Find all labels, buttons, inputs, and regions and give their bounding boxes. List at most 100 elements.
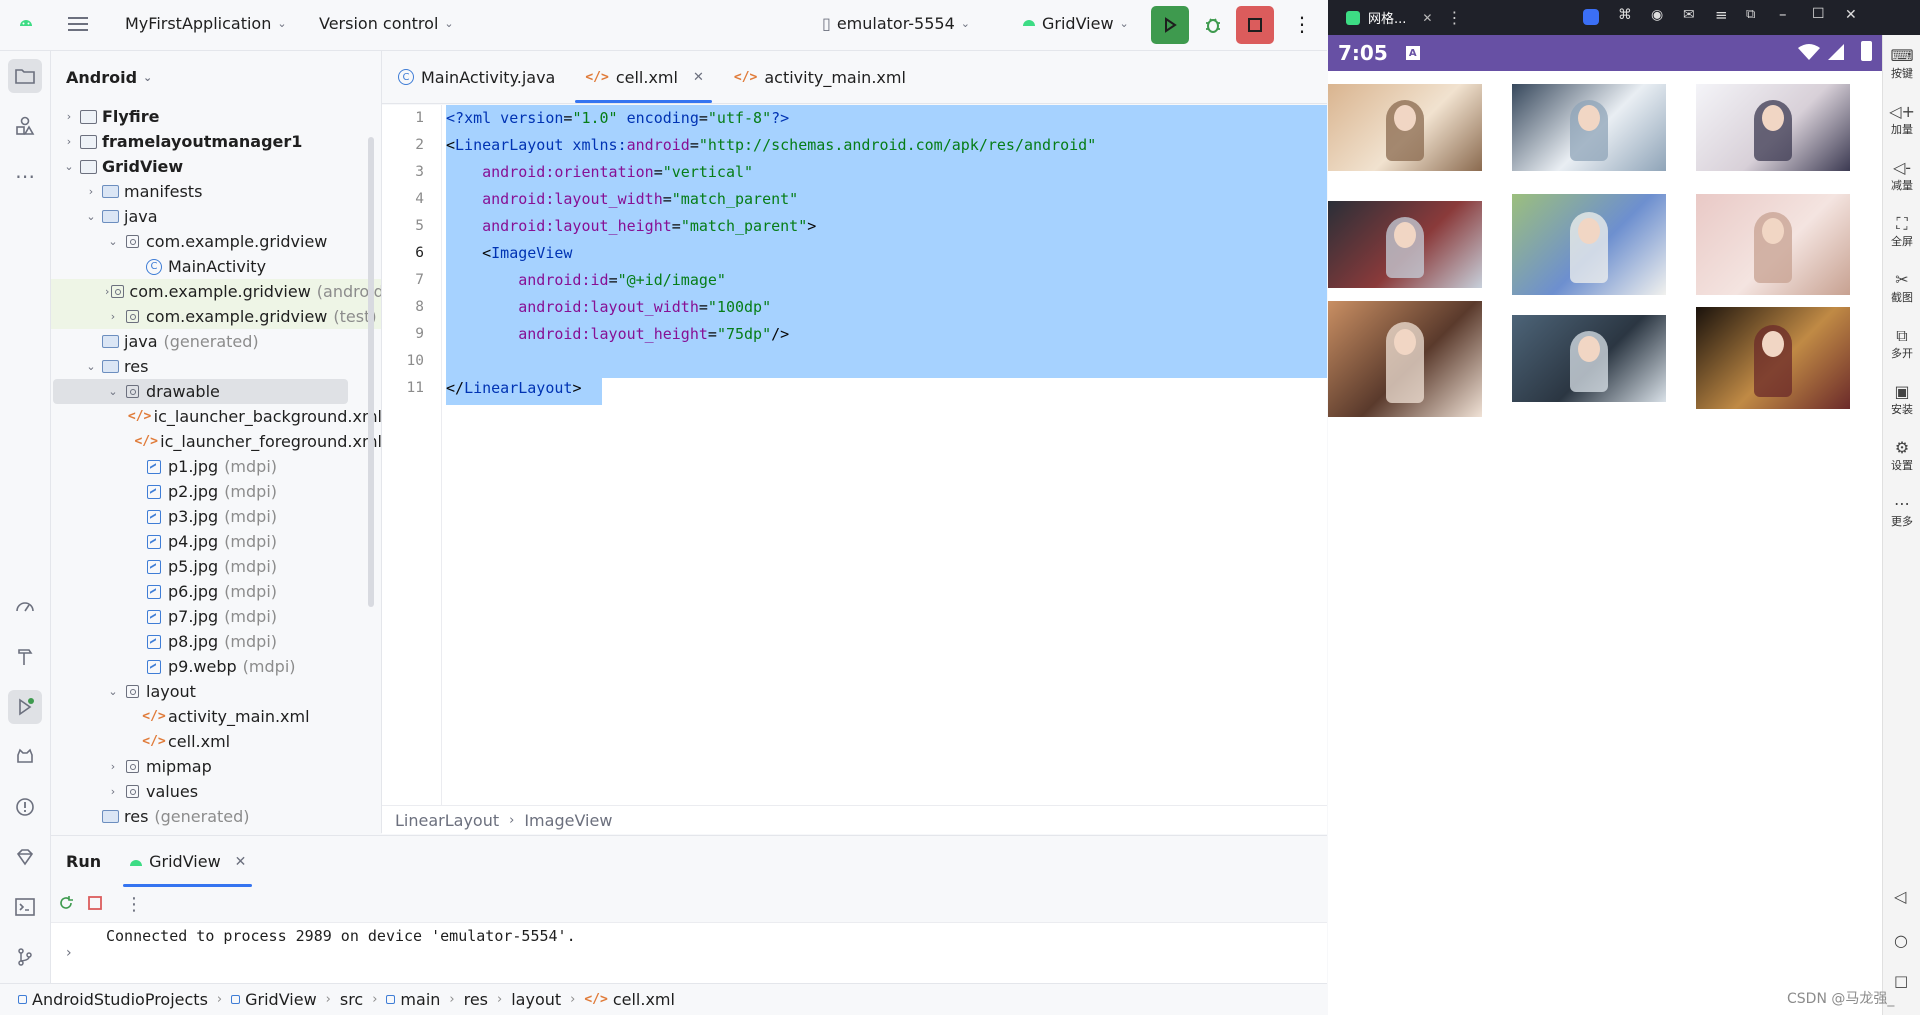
editor-tab[interactable]: C MainActivity.java [382,51,569,103]
more-tools-icon[interactable]: ⋯ [8,159,42,193]
breadcrumb-item[interactable]: ImageView [524,811,612,830]
side-button[interactable]: ⌨ 按键 [1883,47,1920,81]
more-options-icon[interactable]: ⋮ [1446,8,1462,27]
emulator-tab-title[interactable]: 网格... [1368,8,1406,27]
gemini-gem-icon[interactable] [8,840,42,874]
path-item[interactable]: layout [511,990,561,1009]
chevron-right-icon[interactable]: › [61,135,77,148]
tree-item[interactable]: C MainActivity [51,254,381,279]
terminal-icon[interactable] [8,890,42,924]
back-nav-icon[interactable]: ◁ [1894,887,1906,906]
tree-item[interactable]: </> cell.xml [51,729,381,754]
chevron-down-icon[interactable]: ⌄ [83,360,99,373]
chevron-right-icon[interactable]: › [105,310,121,323]
more-options-icon[interactable]: ⋮ [125,894,143,915]
chevron-down-icon[interactable]: ⌄ [83,210,99,223]
code-editor[interactable]: 1 2 3 4 5 6 7 8 9 10 11 <?xml version = "1.0" encodi… [382,105,1327,805]
side-button[interactable]: ⚙ 设置 [1883,439,1920,473]
tree-item[interactable]: ⌄ com.example.gridview [51,229,381,254]
popout-icon[interactable]: ⧉ [1746,7,1755,22]
tree-item[interactable]: › mipmap [51,754,381,779]
path-item[interactable]: GridView [231,990,317,1009]
git-branch-icon[interactable] [8,940,42,974]
tree-item[interactable]: p2.jpg (mdpi) [51,479,381,504]
user-icon[interactable]: ◉ [1651,7,1663,23]
tree-item[interactable]: </> ic_launcher_background.xml [51,404,381,429]
chevron-down-icon[interactable]: ⌄ [105,685,121,698]
chevron-down-icon[interactable]: ⌄ [61,160,77,173]
path-item[interactable]: res [464,990,488,1009]
logcat-icon[interactable] [8,740,42,774]
chevron-down-icon[interactable]: ⌄ [105,235,121,248]
tree-item[interactable]: p3.jpg (mdpi) [51,504,381,529]
side-button[interactable]: ⋯ 更多 [1883,495,1920,529]
recents-nav-icon[interactable]: □ [1894,972,1908,990]
close-icon[interactable]: ✕ [693,70,704,85]
side-button[interactable]: ✂ 截图 [1883,271,1920,305]
mail-icon[interactable]: ✉ [1683,7,1695,23]
stop-icon[interactable] [87,895,103,915]
project-view-selector[interactable]: Android ⌄ [51,51,381,104]
tree-item[interactable]: p6.jpg (mdpi) [51,579,381,604]
project-scrollbar[interactable] [368,137,374,607]
build-hammer-icon[interactable] [8,640,42,674]
close-icon[interactable]: ✕ [1422,11,1432,25]
editor-tab[interactable]: </> cell.xml ✕ [569,51,718,103]
vcs-selector[interactable]: Version control ⌄ [319,14,454,33]
tree-item[interactable]: java (generated) [51,329,381,354]
tree-item[interactable]: p1.jpg (mdpi) [51,454,381,479]
path-item[interactable]: </> cell.xml [584,990,675,1009]
tree-item[interactable]: res (generated) [51,804,381,829]
project-selector[interactable]: MyFirstApplication ⌄ [125,14,287,33]
tree-item[interactable]: ⌄ java [51,204,381,229]
debug-button[interactable] [1194,6,1232,44]
expand-chevron-icon[interactable]: › [66,945,72,961]
run-tab-gridview[interactable]: GridView ✕ [123,836,253,887]
project-folder-icon[interactable] [8,59,42,93]
chevron-right-icon[interactable]: › [105,760,121,773]
rerun-icon[interactable] [57,894,75,916]
side-button[interactable]: ⧉ 多开 [1883,327,1920,361]
tree-item[interactable]: p7.jpg (mdpi) [51,604,381,629]
tree-item[interactable]: › values [51,779,381,804]
tree-item[interactable]: › Flyfire [51,104,381,129]
side-button[interactable]: ◁- 减量 [1883,159,1920,193]
close-icon[interactable]: ✕ [235,854,247,870]
editor-tab[interactable]: </> activity_main.xml [718,51,920,103]
path-item[interactable]: src [340,990,363,1009]
side-button[interactable]: ⛶ 全屏 [1883,215,1920,249]
minimize-icon[interactable]: – [1779,5,1787,23]
tree-item[interactable]: ⌄ res [51,354,381,379]
tree-item[interactable]: › com.example.gridview (test) [51,304,381,329]
tree-item[interactable]: p4.jpg (mdpi) [51,529,381,554]
tree-item[interactable]: › manifests [51,179,381,204]
resource-manager-icon[interactable] [8,109,42,143]
close-window-icon[interactable]: ✕ [1845,7,1857,23]
gamepad-icon[interactable]: ⌘ [1618,7,1632,23]
side-button[interactable]: ◁+ 加量 [1883,103,1920,137]
tree-item[interactable]: p9.webp (mdpi) [51,654,381,679]
tree-item[interactable]: </> activity_main.xml [51,704,381,729]
side-button[interactable]: ▣ 安装 [1883,383,1920,417]
chevron-down-icon[interactable]: ⌄ [105,385,121,398]
run-config-selector[interactable]: GridView ⌄ [1022,14,1129,33]
home-nav-icon[interactable]: ○ [1894,931,1908,950]
tree-item[interactable]: › framelayoutmanager1 [51,129,381,154]
tree-item[interactable]: ⌄ GridView [51,154,381,179]
more-actions-icon[interactable]: ⋮ [1292,12,1312,36]
tree-item[interactable]: p5.jpg (mdpi) [51,554,381,579]
chevron-right-icon[interactable]: › [105,285,109,298]
breadcrumb-item[interactable]: LinearLayout [395,811,499,830]
stop-button[interactable] [1236,6,1274,44]
chevron-right-icon[interactable]: › [83,185,99,198]
tree-item[interactable]: ⌄ layout [51,679,381,704]
chevron-right-icon[interactable]: › [105,785,121,798]
lightning-icon[interactable] [1583,9,1599,25]
path-item[interactable]: AndroidStudioProjects [18,990,208,1009]
chevron-right-icon[interactable]: › [61,110,77,123]
maximize-icon[interactable]: ☐ [1812,6,1825,22]
tree-item[interactable]: </> ic_launcher_foreground.xml [51,429,381,454]
run-console[interactable]: › Connected to process 2989 on device 'e… [51,923,1327,983]
menu-icon[interactable]: ≡ [1715,6,1728,24]
tree-item[interactable]: p8.jpg (mdpi) [51,629,381,654]
